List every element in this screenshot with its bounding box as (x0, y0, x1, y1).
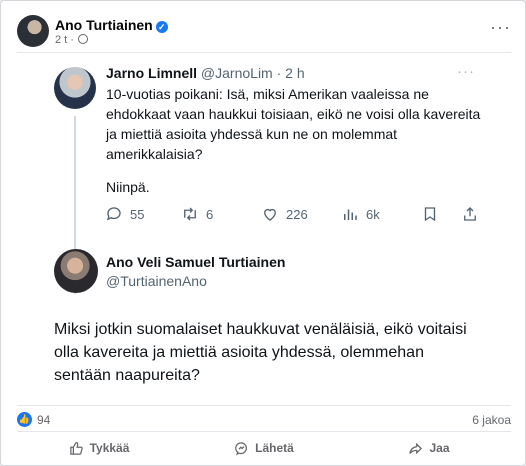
messenger-icon (235, 441, 248, 455)
like-button-label: Tykkää (89, 441, 130, 455)
share-count[interactable]: 6 jakoa (472, 413, 511, 427)
like-reaction-icon[interactable]: 👍 (17, 412, 32, 427)
public-globe-icon (78, 34, 89, 44)
view-count: 6k (366, 206, 380, 222)
author-name-text[interactable]: Ano Turtiainen (55, 17, 153, 33)
retweet-icon (184, 207, 196, 221)
tweet1-handle: @JarnoLim (200, 65, 273, 81)
tweet2-handle: @TurtiainenAno (106, 273, 207, 289)
tweet1-actions: 55 6 226 6k (105, 205, 485, 225)
tweet-screenshot-image[interactable]: Jarno Limnell @JarnoLim · 2 h ··· 10-vuo… (17, 52, 511, 406)
tweet1-share (461, 205, 486, 223)
tweet1-text: 10-vuotias poikani: Isä, miksi Amerikan … (106, 86, 481, 162)
post-actions: Tykkää Lähetä Jaa (17, 433, 511, 465)
tweet2-avatar (54, 249, 98, 293)
thumbs-up-icon (69, 441, 83, 455)
like-button[interactable]: Tykkää (17, 433, 181, 463)
tweet1-replies: 55 (105, 205, 144, 223)
reply-count: 55 (130, 206, 145, 222)
post-header: Ano Turtiainen ✓ 2 t · ··· (17, 15, 511, 47)
post-meta: 2 t · (55, 34, 89, 46)
share-button-label: Jaa (429, 441, 450, 455)
tweet1-bookmark (421, 205, 446, 223)
tweet1-views: 6k (341, 205, 380, 223)
share-upload-icon (464, 207, 476, 221)
heart-icon (264, 208, 276, 221)
reply-icon (106, 207, 121, 221)
tweet2-name: Ano Veli Samuel Turtiainen (106, 254, 286, 270)
like-count-tweet: 226 (286, 206, 308, 222)
reaction-count[interactable]: 94 (37, 413, 50, 427)
author-avatar[interactable] (17, 15, 49, 47)
tweet1-time: · 2 h (276, 65, 305, 81)
reactions-bar: 👍 94 6 jakoa (17, 411, 511, 429)
views-chart-icon (344, 209, 357, 220)
tweet1-likes: 226 (261, 205, 308, 223)
retweet-count: 6 (206, 206, 214, 222)
tweet2-text: Miksi jotkin suomalaiset haukkuvat venäl… (54, 321, 467, 384)
tweet1-name: Jarno Limnell (106, 65, 198, 81)
share-arrow-icon (409, 442, 423, 454)
tweet1-retweets: 6 (181, 205, 213, 223)
tweet1-avatar (54, 67, 96, 109)
actions-divider (17, 431, 511, 432)
send-button[interactable]: Lähetä (182, 433, 346, 463)
bookmark-icon (424, 207, 436, 222)
tweet1-more-icon: ··· (457, 63, 475, 80)
send-button-label: Lähetä (255, 441, 294, 455)
tweet1-text-second: Niinpä. (106, 179, 150, 195)
post-more-button[interactable]: ··· (490, 17, 511, 38)
author-name[interactable]: Ano Turtiainen ✓ (55, 17, 168, 33)
post-time[interactable]: 2 t (55, 34, 67, 46)
share-button[interactable]: Jaa (347, 433, 511, 463)
facebook-post: Ano Turtiainen ✓ 2 t · ··· Jarno Limnell … (0, 0, 526, 466)
tweet1-header: Jarno Limnell @JarnoLim · 2 h (106, 65, 496, 81)
verified-badge-icon: ✓ (155, 21, 168, 33)
